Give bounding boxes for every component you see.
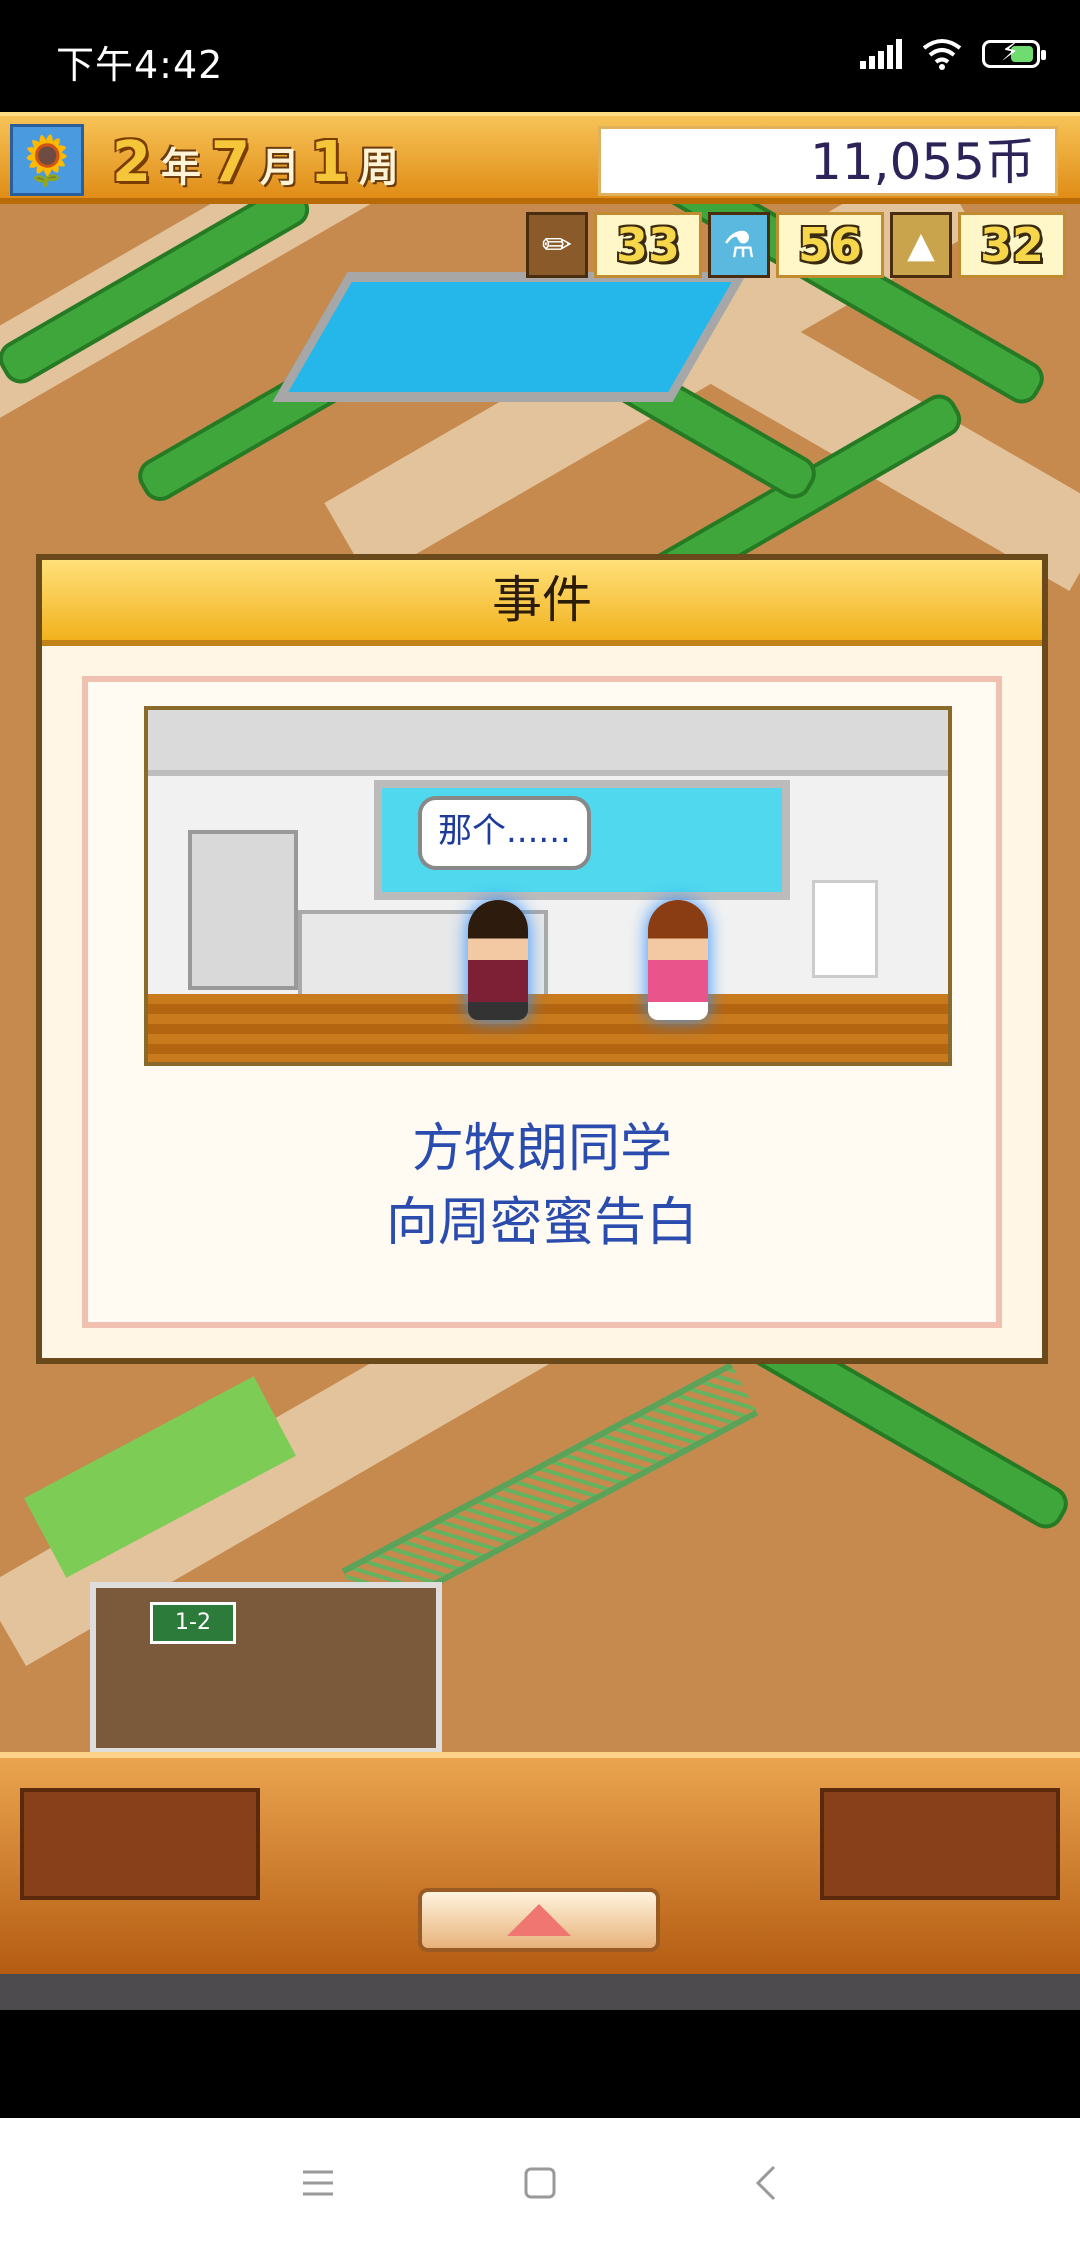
expand-menu-button[interactable] [418,1888,660,1952]
science-stat-value: 56 [776,212,884,278]
right-slot-button[interactable] [820,1788,1060,1900]
game-screen[interactable]: 1-2 🌻 2 年 7 月 1 周 11,055币 ✏ 33 ⚗ 56 ▲ 32… [0,112,1080,2010]
status-time: 下午4:42 [56,43,224,87]
week-unit: 周 [358,145,399,191]
tower-icon: ▲ [890,212,952,278]
stats-bar: ✏ 33 ⚗ 56 ▲ 32 [526,212,1066,282]
classroom-sign: 1-2 [150,1602,236,1644]
boy-character [468,900,528,1020]
battery-icon: ⚡ [982,39,1046,68]
status-bar: 下午4:42 ⚡ [0,0,1080,112]
pond [272,272,748,402]
event-message-line1: 方牧朗同学 [411,1119,672,1179]
event-dialog-title: 事件 [42,560,1042,646]
status-icons: ⚡ [860,38,1046,70]
flask-icon: ⚗ [708,212,770,278]
back-icon[interactable] [736,2158,796,2208]
event-message: 方牧朗同学 向周密蜜告白 [88,1112,996,1260]
menu-icon[interactable] [288,2158,348,2208]
signal-icon [860,39,902,69]
wall-poster [812,880,878,978]
pencil-icon: ✏ [526,212,588,278]
month-unit: 月 [259,145,300,191]
system-nav-bar [0,2118,1080,2248]
tower-stat-value: 32 [958,212,1066,278]
wifi-icon [922,39,962,70]
event-scene-image: 那个...... [144,706,952,1066]
study-stat-value: 33 [594,212,702,278]
left-slot-button[interactable] [20,1788,260,1900]
bottom-control-bar [0,1752,1080,1974]
week-number: 1 [309,130,349,195]
event-dialog-body: 那个...... 方牧朗同学 向周密蜜告白 [82,676,1002,1328]
event-dialog[interactable]: 事件 那个...... 方牧朗同学 向周密蜜告白 [36,554,1048,1364]
up-arrow-icon [507,1904,571,1936]
empty-panel [0,1974,1080,2010]
locker [188,830,298,990]
year-unit: 年 [160,145,201,191]
girl-character [648,900,708,1020]
year-number: 2 [112,130,151,195]
money-display: 11,055币 [598,126,1058,196]
speech-bubble: 那个...... [418,796,591,870]
home-icon[interactable] [510,2158,570,2208]
game-date: 2 年 7 月 1 周 [112,130,399,195]
event-message-line2: 向周密蜜告白 [385,1193,698,1253]
classroom-building[interactable] [90,1582,442,1752]
top-info-bar: 🌻 2 年 7 月 1 周 11,055币 [0,112,1080,204]
month-number: 7 [210,130,250,195]
sunflower-icon[interactable]: 🌻 [10,124,84,196]
